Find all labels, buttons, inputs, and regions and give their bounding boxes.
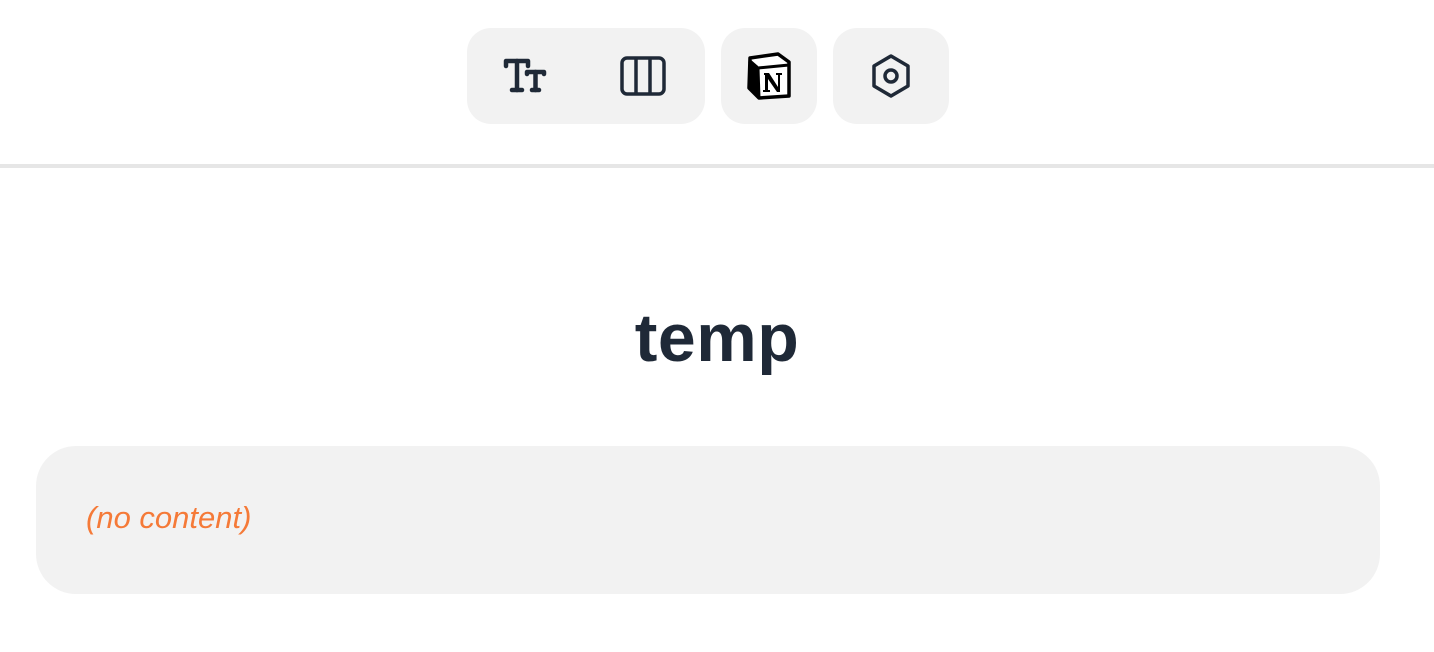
- columns-button[interactable]: [595, 28, 691, 124]
- page-title: temp: [634, 300, 800, 376]
- notion-logo-icon: [744, 51, 794, 101]
- settings-button[interactable]: [843, 28, 939, 124]
- text-size-button[interactable]: [477, 28, 573, 124]
- notion-button[interactable]: [721, 28, 817, 124]
- settings-button-group: [833, 28, 949, 124]
- empty-content-text: (no content): [86, 500, 252, 535]
- format-button-group: [467, 28, 705, 124]
- notion-button-group: [721, 28, 817, 124]
- content-panel[interactable]: (no content): [36, 446, 1380, 594]
- top-toolbar: [0, 0, 1434, 168]
- hexagon-settings-icon: [868, 53, 914, 99]
- columns-icon: [619, 55, 667, 97]
- text-size-icon: [503, 56, 547, 96]
